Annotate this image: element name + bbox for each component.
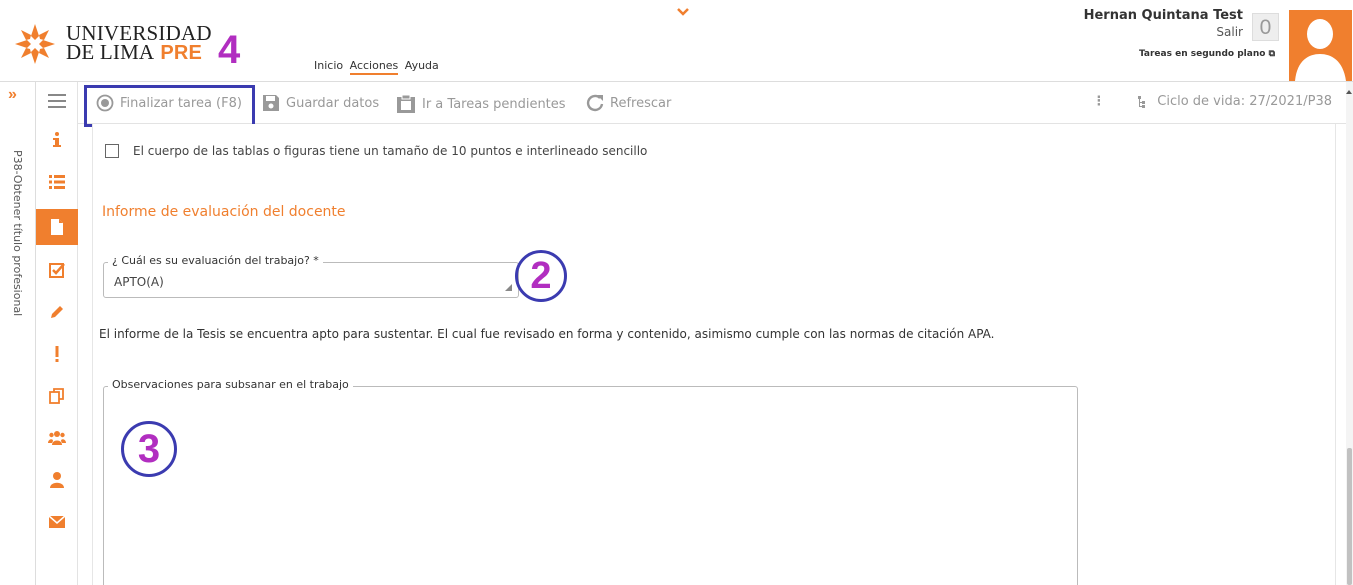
evaluation-select-label: ¿ Cuál es su evaluación del trabajo? * <box>108 254 323 267</box>
more-options-icon[interactable]: ⋮ <box>1092 94 1105 109</box>
observations-label: Observaciones para subsanar en el trabaj… <box>108 378 353 391</box>
action-toolbar: Finalizar tarea (F8) Guardar datos Ir a … <box>78 82 1348 124</box>
evaluation-select[interactable]: ¿ Cuál es su evaluación del trabajo? * A… <box>103 254 519 298</box>
annotation-number-4: 4 <box>218 28 241 72</box>
collapsed-process-panel: » P38-Obtener título profesional <box>0 82 36 585</box>
toolbar-right-group: ⋮ Ciclo de vida: 27/2021/P38 <box>1092 94 1332 109</box>
info-icon[interactable] <box>36 122 78 158</box>
nav-inicio[interactable]: Inicio <box>314 59 343 72</box>
user-name: Hernan Quintana Test <box>1083 8 1243 23</box>
background-tasks-link[interactable]: Tareas en segundo plano ⧉ <box>1139 49 1275 59</box>
logo-line-2: DE LIMA <box>66 40 155 64</box>
pending-tasks-label: Ir a Tareas pendientes <box>422 96 566 112</box>
process-name-vertical: P38-Obtener título profesional <box>11 150 24 317</box>
copy-icon[interactable] <box>36 378 78 414</box>
user-silhouette-icon <box>1295 19 1346 81</box>
annotation-number-2: 2 <box>515 250 567 302</box>
user-icon[interactable] <box>36 462 78 498</box>
windows-icon: ⧉ <box>1268 49 1275 59</box>
pending-tasks-button[interactable]: Ir a Tareas pendientes <box>396 94 566 114</box>
logout-link[interactable]: Salir <box>1216 25 1243 39</box>
dropdown-arrow-icon <box>505 284 512 291</box>
logo-pre-label: PRE <box>160 42 203 64</box>
observations-textarea[interactable]: Observaciones para subsanar en el trabaj… <box>103 378 1078 585</box>
refresh-icon <box>586 94 604 112</box>
lifecycle-tree-icon <box>1138 95 1146 108</box>
scroll-up-arrow-icon[interactable] <box>1346 90 1352 94</box>
save-data-label: Guardar datos <box>286 95 380 111</box>
hamburger-menu-icon[interactable] <box>48 94 66 108</box>
floppy-disk-icon <box>263 95 279 111</box>
exclamation-icon[interactable] <box>36 336 78 372</box>
group-icon[interactable] <box>36 420 78 456</box>
document-icon[interactable] <box>36 209 78 245</box>
university-logo-icon[interactable] <box>13 22 57 66</box>
background-tasks-label: Tareas en segundo plano <box>1138 49 1266 59</box>
format-checkbox-row: El cuerpo de las tablas o figuras tiene … <box>105 144 647 158</box>
pencil-icon[interactable] <box>36 294 78 330</box>
section-title: Informe de evaluación del docente <box>102 204 346 220</box>
app-header: UNIVERSIDAD DE LIMA PRE 4 Inicio Acciones… <box>0 0 1353 82</box>
refresh-label: Refrescar <box>610 95 672 111</box>
scroll-thumb[interactable] <box>1347 448 1352 585</box>
chevron-down-icon[interactable] <box>676 6 690 18</box>
save-data-button[interactable]: Guardar datos <box>262 94 379 112</box>
evaluation-info-text: El informe de la Tesis se encuentra apto… <box>99 327 995 341</box>
top-navigation: Inicio Acciones Ayuda <box>314 59 442 75</box>
checkbox-icon[interactable] <box>36 252 78 288</box>
task-form: El cuerpo de las tablas o figuras tiene … <box>92 124 1336 585</box>
lifecycle-label: Ciclo de vida: 27/2021/P38 <box>1157 94 1332 109</box>
nav-acciones[interactable]: Acciones <box>349 59 399 75</box>
format-checkbox[interactable] <box>105 144 119 158</box>
double-chevron-right-icon[interactable]: » <box>8 86 17 104</box>
page-scrollbar[interactable] <box>1346 82 1353 585</box>
list-icon[interactable] <box>36 164 78 200</box>
notification-counter[interactable]: 0 <box>1252 13 1279 41</box>
clipboard-icon <box>397 94 415 113</box>
refresh-button[interactable]: Refrescar <box>586 94 671 112</box>
icon-sidebar <box>36 82 78 585</box>
finalize-task-annotation-box <box>84 85 255 127</box>
envelope-icon[interactable] <box>36 504 78 540</box>
avatar[interactable] <box>1289 10 1352 81</box>
university-logo-text: UNIVERSIDAD DE LIMA PRE <box>66 23 212 64</box>
annotation-number-3: 3 <box>121 421 177 477</box>
evaluation-select-value: APTO(A) <box>114 275 164 289</box>
nav-ayuda[interactable]: Ayuda <box>405 59 439 72</box>
format-checkbox-label: El cuerpo de las tablas o figuras tiene … <box>133 144 648 158</box>
